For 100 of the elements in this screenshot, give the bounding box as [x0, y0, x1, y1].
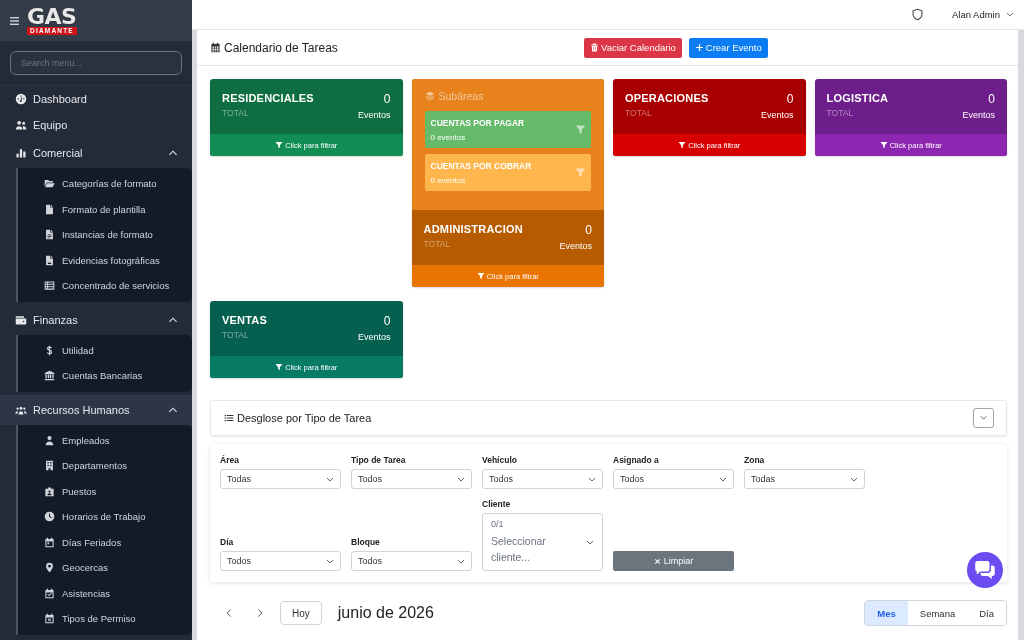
- list-icon: [224, 413, 234, 423]
- create-event-button[interactable]: Crear Evento: [688, 37, 768, 58]
- select-field[interactable]: Todos: [351, 469, 472, 489]
- view-tab[interactable]: Mes: [865, 601, 908, 625]
- area-count: 0: [585, 223, 592, 237]
- chevron-down-icon: [1006, 12, 1014, 17]
- layers-icon: [424, 90, 435, 101]
- chevron-down-icon: [326, 476, 334, 482]
- user-icon: [44, 434, 55, 446]
- sidebar-subitem[interactable]: Cuentas Bancarias: [18, 363, 192, 389]
- area-name: VENTAS: [222, 314, 267, 326]
- filter-icon: [275, 141, 284, 149]
- plus-icon: [694, 43, 704, 52]
- dollar-icon: [44, 344, 55, 356]
- field-label: Tipo de Tarea: [351, 455, 407, 465]
- document-icon: [44, 229, 55, 241]
- chevron-down-icon: [850, 476, 858, 482]
- sidebar-item[interactable]: Comercial: [0, 138, 192, 168]
- calendar-x-icon: [44, 613, 55, 625]
- sidebar-item[interactable]: Finanzas: [0, 304, 192, 335]
- sidebar-subitem[interactable]: Asistencias: [18, 580, 192, 606]
- id-badge-icon: [44, 485, 55, 497]
- chevron-down-icon: [326, 558, 334, 564]
- chevron-down-icon: [719, 476, 727, 482]
- subarea-name: CUENTAS POR COBRAR: [430, 160, 532, 171]
- sidebar-subitem[interactable]: Evidencias fotográficas: [18, 247, 192, 273]
- clock-icon: [44, 511, 55, 523]
- area-name: LOGISTICA: [826, 92, 889, 104]
- sidebar-subitem[interactable]: Puestos: [18, 478, 192, 504]
- gauge-icon: [15, 93, 27, 105]
- field-label: Asignado a: [613, 455, 660, 465]
- sidebar-subitem[interactable]: Departamentos: [18, 453, 192, 479]
- select-field[interactable]: Todos: [351, 551, 472, 571]
- chevron-left-icon: [226, 608, 232, 618]
- close-icon: [653, 557, 661, 565]
- field-label: Cliente: [482, 499, 512, 509]
- calendar-check-icon: [44, 587, 55, 599]
- file-icon: [44, 203, 55, 215]
- toggle-button[interactable]: [973, 408, 994, 428]
- menu-icon[interactable]: [10, 16, 19, 25]
- filter-icon: [575, 124, 586, 135]
- select-field[interactable]: Todos: [220, 551, 341, 571]
- wallet-icon: [15, 313, 27, 326]
- users-icon: [15, 119, 27, 131]
- field-label: Bloque: [351, 537, 381, 547]
- area-unit: Eventos: [357, 110, 391, 120]
- folder-icon: [44, 178, 55, 190]
- sidebar-subitem[interactable]: Categorías de formato: [18, 171, 192, 197]
- sidebar-item[interactable]: Recursos Humanos: [0, 394, 192, 425]
- area-total-label: TOTAL: [222, 108, 250, 118]
- area-count: 0: [988, 92, 995, 106]
- sidebar-subitem[interactable]: Concentrado de servicios: [18, 273, 192, 299]
- chevron-down-icon: [586, 539, 594, 545]
- area-name: ADMINISTRACION: [423, 223, 523, 235]
- area-count: 0: [786, 92, 794, 106]
- area-total-label: TOTAL: [222, 330, 250, 340]
- chevron-down-icon: [588, 476, 596, 482]
- clear-calendar-button[interactable]: Vaciar Calendario: [584, 37, 682, 58]
- sidebar-subitem[interactable]: Días Feriados: [18, 529, 192, 555]
- sidebar-subitem[interactable]: Tipos de Permiso: [18, 606, 192, 632]
- clear-filters-button[interactable]: Limpiar: [613, 551, 734, 571]
- filter-icon: [678, 141, 687, 149]
- sidebar-subitem[interactable]: Formato de plantilla: [18, 196, 192, 222]
- calendar-icon: [44, 536, 55, 548]
- user-menu[interactable]: Alan Admin: [951, 9, 1014, 20]
- field-label: Área: [220, 455, 240, 465]
- area-total-label: TOTAL: [625, 108, 653, 118]
- area-name: RESIDENCIALES: [222, 92, 314, 104]
- chevron-right-icon: [257, 608, 263, 618]
- chevron-down-icon: [457, 476, 465, 482]
- calendar-title: junio de 2026: [337, 604, 434, 622]
- calendar-icon: [210, 42, 221, 53]
- map-pin-icon: [44, 562, 55, 574]
- subarea-count: 0 eventos: [430, 175, 467, 185]
- select-field[interactable]: Todas: [744, 469, 865, 489]
- sidebar-subitem[interactable]: Horarios de Trabajo: [18, 504, 192, 530]
- sidebar-item[interactable]: Equipo: [0, 112, 192, 138]
- field-label: Vehículo: [482, 455, 518, 465]
- sidebar-item[interactable]: Dashboard: [0, 86, 192, 112]
- sidebar-subitem[interactable]: Utilidad: [18, 337, 192, 363]
- select-field[interactable]: Todas: [220, 469, 341, 489]
- area-unit: Eventos: [559, 241, 592, 251]
- field-label: Día: [220, 537, 235, 547]
- chevron-down-icon: [457, 558, 465, 564]
- table-icon: [44, 280, 55, 292]
- sidebar-subitem[interactable]: Instancias de formato: [18, 222, 192, 248]
- area-unit: Eventos: [357, 332, 391, 342]
- select-field[interactable]: Todos: [613, 469, 734, 489]
- subarea-name: CUENTAS POR PAGAR: [430, 117, 525, 128]
- sidebar-subitem[interactable]: Empleados: [18, 427, 192, 453]
- area-unit: Eventos: [962, 110, 995, 120]
- select-field[interactable]: Todos: [482, 469, 603, 489]
- client-select-field[interactable]: 0/1 Seleccionar cliente...: [482, 513, 603, 571]
- shield-icon[interactable]: [910, 8, 924, 21]
- today-button[interactable]: Hoy: [280, 601, 322, 625]
- filter-icon: [476, 272, 485, 280]
- area-total-label: TOTAL: [826, 108, 855, 118]
- image-file-icon: [44, 254, 55, 266]
- sidebar-subitem[interactable]: Geocercas: [18, 555, 192, 581]
- bank-icon: [44, 370, 55, 382]
